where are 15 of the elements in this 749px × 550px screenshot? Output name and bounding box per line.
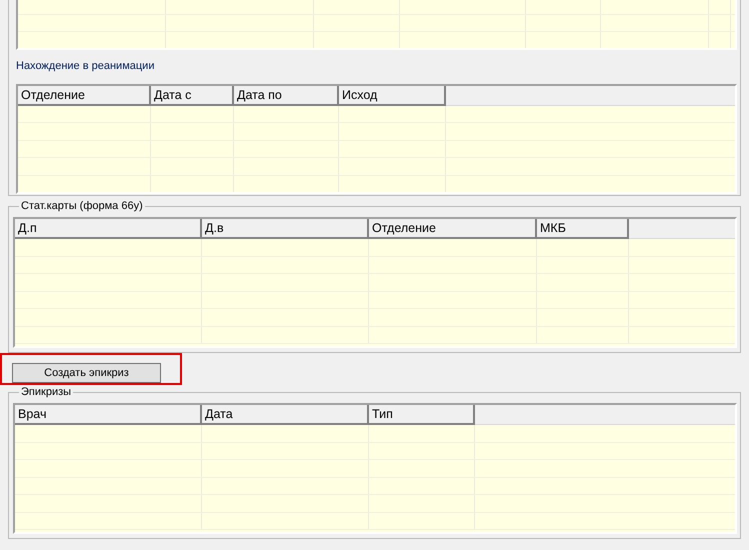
column-header[interactable]: Отделение xyxy=(369,219,537,239)
column-header[interactable]: Исход xyxy=(339,86,446,106)
column-header[interactable]: Дата с xyxy=(151,86,234,106)
column-header[interactable]: Тип xyxy=(369,405,475,425)
column-header[interactable]: МКБ xyxy=(537,219,629,239)
create-button[interactable]: Создать эпикриз xyxy=(12,363,161,384)
column-header[interactable]: Дата xyxy=(202,405,369,425)
group-title: Стат.карты (форма 66у) xyxy=(20,201,144,212)
group-title: Эпикризы xyxy=(20,387,72,398)
column-header[interactable]: Дата по xyxy=(234,86,339,106)
column-header[interactable]: Д.п xyxy=(15,219,202,239)
section-label: Нахождение в реанимации xyxy=(16,59,154,74)
column-header[interactable]: Д.в xyxy=(202,219,369,239)
column-header[interactable]: Отделение xyxy=(18,86,151,106)
column-header[interactable]: Врач xyxy=(15,405,202,425)
